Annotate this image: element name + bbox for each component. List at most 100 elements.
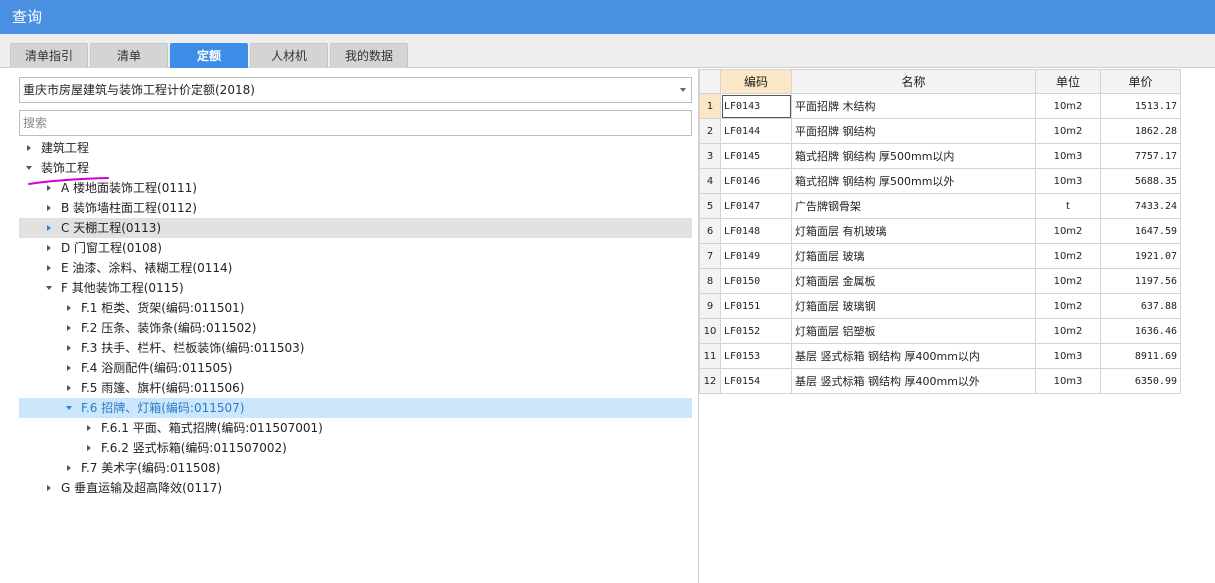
- chevron-down-icon[interactable]: [680, 88, 686, 92]
- code-cell[interactable]: LF0145: [720, 143, 792, 169]
- price-cell[interactable]: 7433.24: [1100, 193, 1181, 219]
- code-cell[interactable]: LF0153: [720, 343, 792, 369]
- table-row[interactable]: 5 LF0147 广告牌钢骨架 t 7433.24: [699, 193, 1181, 219]
- price-cell[interactable]: 1921.07: [1100, 243, 1181, 269]
- tree-node-f5[interactable]: F.5 雨篷、旗杆(编码:011506): [19, 378, 692, 398]
- table-row[interactable]: 9 LF0151 灯箱面层 玻璃钢 10m2 637.88: [699, 293, 1181, 319]
- expand-arrow-icon[interactable]: [67, 305, 71, 311]
- tree-node-c[interactable]: C 天棚工程(0113): [19, 218, 692, 238]
- row-number[interactable]: 5: [699, 193, 721, 219]
- code-cell[interactable]: LF0150: [720, 268, 792, 294]
- tree-node-f2[interactable]: F.2 压条、装饰条(编码:011502): [19, 318, 692, 338]
- code-cell[interactable]: LF0146: [720, 168, 792, 194]
- row-number[interactable]: 6: [699, 218, 721, 244]
- column-header-code[interactable]: 编码: [720, 69, 792, 94]
- row-number[interactable]: 11: [699, 343, 721, 369]
- collapse-arrow-icon[interactable]: [46, 286, 52, 290]
- unit-cell[interactable]: 10m2: [1035, 293, 1101, 319]
- tree-node-f4[interactable]: F.4 浴厕配件(编码:011505): [19, 358, 692, 378]
- tab-my-data[interactable]: 我的数据: [330, 43, 408, 68]
- unit-cell[interactable]: 10m2: [1035, 243, 1101, 269]
- tree-node-f62[interactable]: F.6.2 竖式标箱(编码:011507002): [19, 438, 692, 458]
- tree-node-b[interactable]: B 装饰墙柱面工程(0112): [19, 198, 692, 218]
- code-cell[interactable]: LF0151: [720, 293, 792, 319]
- code-cell[interactable]: LF0144: [720, 118, 792, 144]
- tree-node-e[interactable]: E 油漆、涂料、裱糊工程(0114): [19, 258, 692, 278]
- unit-cell[interactable]: 10m3: [1035, 143, 1101, 169]
- price-cell[interactable]: 1636.46: [1100, 318, 1181, 344]
- code-cell[interactable]: LF0154: [720, 368, 792, 394]
- unit-cell[interactable]: 10m2: [1035, 318, 1101, 344]
- tab-labor-material-machine[interactable]: 人材机: [250, 43, 328, 68]
- tree-node-f[interactable]: F 其他装饰工程(0115): [19, 278, 692, 298]
- corner-cell[interactable]: [699, 69, 721, 94]
- expand-arrow-icon[interactable]: [27, 145, 31, 151]
- name-cell[interactable]: 平面招牌 木结构: [791, 93, 1036, 119]
- table-row[interactable]: 8 LF0150 灯箱面层 金属板 10m2 1197.56: [699, 268, 1181, 294]
- expand-arrow-icon[interactable]: [47, 265, 51, 271]
- table-row[interactable]: 2 LF0144 平面招牌 钢结构 10m2 1862.28: [699, 118, 1181, 144]
- quota-library-select[interactable]: 重庆市房屋建筑与装饰工程计价定额(2018): [19, 77, 692, 103]
- tree-node-f61[interactable]: F.6.1 平面、箱式招牌(编码:011507001): [19, 418, 692, 438]
- name-cell[interactable]: 灯箱面层 金属板: [791, 268, 1036, 294]
- name-cell[interactable]: 平面招牌 钢结构: [791, 118, 1036, 144]
- tree-node-d[interactable]: D 门窗工程(0108): [19, 238, 692, 258]
- expand-arrow-icon[interactable]: [87, 425, 91, 431]
- table-row[interactable]: 12 LF0154 基层 竖式标箱 钢结构 厚400mm以外 10m3 6350…: [699, 368, 1181, 394]
- name-cell[interactable]: 箱式招牌 钢结构 厚500mm以内: [791, 143, 1036, 169]
- column-header-price[interactable]: 单价: [1100, 69, 1181, 94]
- price-cell[interactable]: 5688.35: [1100, 168, 1181, 194]
- name-cell[interactable]: 灯箱面层 铝塑板: [791, 318, 1036, 344]
- price-cell[interactable]: 7757.17: [1100, 143, 1181, 169]
- tree-node-f7[interactable]: F.7 美术字(编码:011508): [19, 458, 692, 478]
- row-number[interactable]: 10: [699, 318, 721, 344]
- tree-node-f6[interactable]: F.6 招牌、灯箱(编码:011507): [19, 398, 692, 418]
- unit-cell[interactable]: 10m2: [1035, 93, 1101, 119]
- expand-arrow-icon[interactable]: [67, 465, 71, 471]
- expand-arrow-icon[interactable]: [47, 245, 51, 251]
- row-number[interactable]: 12: [699, 368, 721, 394]
- expand-arrow-icon[interactable]: [47, 485, 51, 491]
- table-row[interactable]: 7 LF0149 灯箱面层 玻璃 10m2 1921.07: [699, 243, 1181, 269]
- tree-node-building[interactable]: 建筑工程: [19, 138, 692, 158]
- collapse-arrow-icon[interactable]: [26, 166, 32, 170]
- unit-cell[interactable]: 10m2: [1035, 218, 1101, 244]
- collapse-arrow-icon[interactable]: [66, 406, 72, 410]
- name-cell[interactable]: 基层 竖式标箱 钢结构 厚400mm以外: [791, 368, 1036, 394]
- row-number[interactable]: 1: [699, 93, 721, 119]
- tree-node-decoration[interactable]: 装饰工程: [19, 158, 692, 178]
- unit-cell[interactable]: t: [1035, 193, 1101, 219]
- unit-cell[interactable]: 10m2: [1035, 268, 1101, 294]
- price-cell[interactable]: 1862.28: [1100, 118, 1181, 144]
- tree-node-f3[interactable]: F.3 扶手、栏杆、栏板装饰(编码:011503): [19, 338, 692, 358]
- code-cell[interactable]: LF0152: [720, 318, 792, 344]
- price-cell[interactable]: 6350.99: [1100, 368, 1181, 394]
- tree-node-g[interactable]: G 垂直运输及超高降效(0117): [19, 478, 692, 498]
- code-cell[interactable]: LF0149: [720, 243, 792, 269]
- code-cell[interactable]: LF0143: [720, 93, 792, 119]
- name-cell[interactable]: 基层 竖式标箱 钢结构 厚400mm以内: [791, 343, 1036, 369]
- expand-arrow-icon[interactable]: [47, 225, 51, 231]
- price-cell[interactable]: 1647.59: [1100, 218, 1181, 244]
- name-cell[interactable]: 灯箱面层 玻璃钢: [791, 293, 1036, 319]
- name-cell[interactable]: 灯箱面层 有机玻璃: [791, 218, 1036, 244]
- row-number[interactable]: 7: [699, 243, 721, 269]
- row-number[interactable]: 9: [699, 293, 721, 319]
- name-cell[interactable]: 广告牌钢骨架: [791, 193, 1036, 219]
- row-number[interactable]: 4: [699, 168, 721, 194]
- expand-arrow-icon[interactable]: [47, 205, 51, 211]
- code-cell[interactable]: LF0147: [720, 193, 792, 219]
- column-header-unit[interactable]: 单位: [1035, 69, 1101, 94]
- tree-node-a[interactable]: A 楼地面装饰工程(0111): [19, 178, 692, 198]
- name-cell[interactable]: 箱式招牌 钢结构 厚500mm以外: [791, 168, 1036, 194]
- name-cell[interactable]: 灯箱面层 玻璃: [791, 243, 1036, 269]
- row-number[interactable]: 8: [699, 268, 721, 294]
- price-cell[interactable]: 1513.17: [1100, 93, 1181, 119]
- tab-quota[interactable]: 定额: [170, 43, 248, 68]
- unit-cell[interactable]: 10m3: [1035, 343, 1101, 369]
- unit-cell[interactable]: 10m3: [1035, 368, 1101, 394]
- tab-bill[interactable]: 清单: [90, 43, 168, 68]
- table-row[interactable]: 10 LF0152 灯箱面层 铝塑板 10m2 1636.46: [699, 318, 1181, 344]
- table-row[interactable]: 1 LF0143 平面招牌 木结构 10m2 1513.17: [699, 93, 1181, 119]
- code-cell[interactable]: LF0148: [720, 218, 792, 244]
